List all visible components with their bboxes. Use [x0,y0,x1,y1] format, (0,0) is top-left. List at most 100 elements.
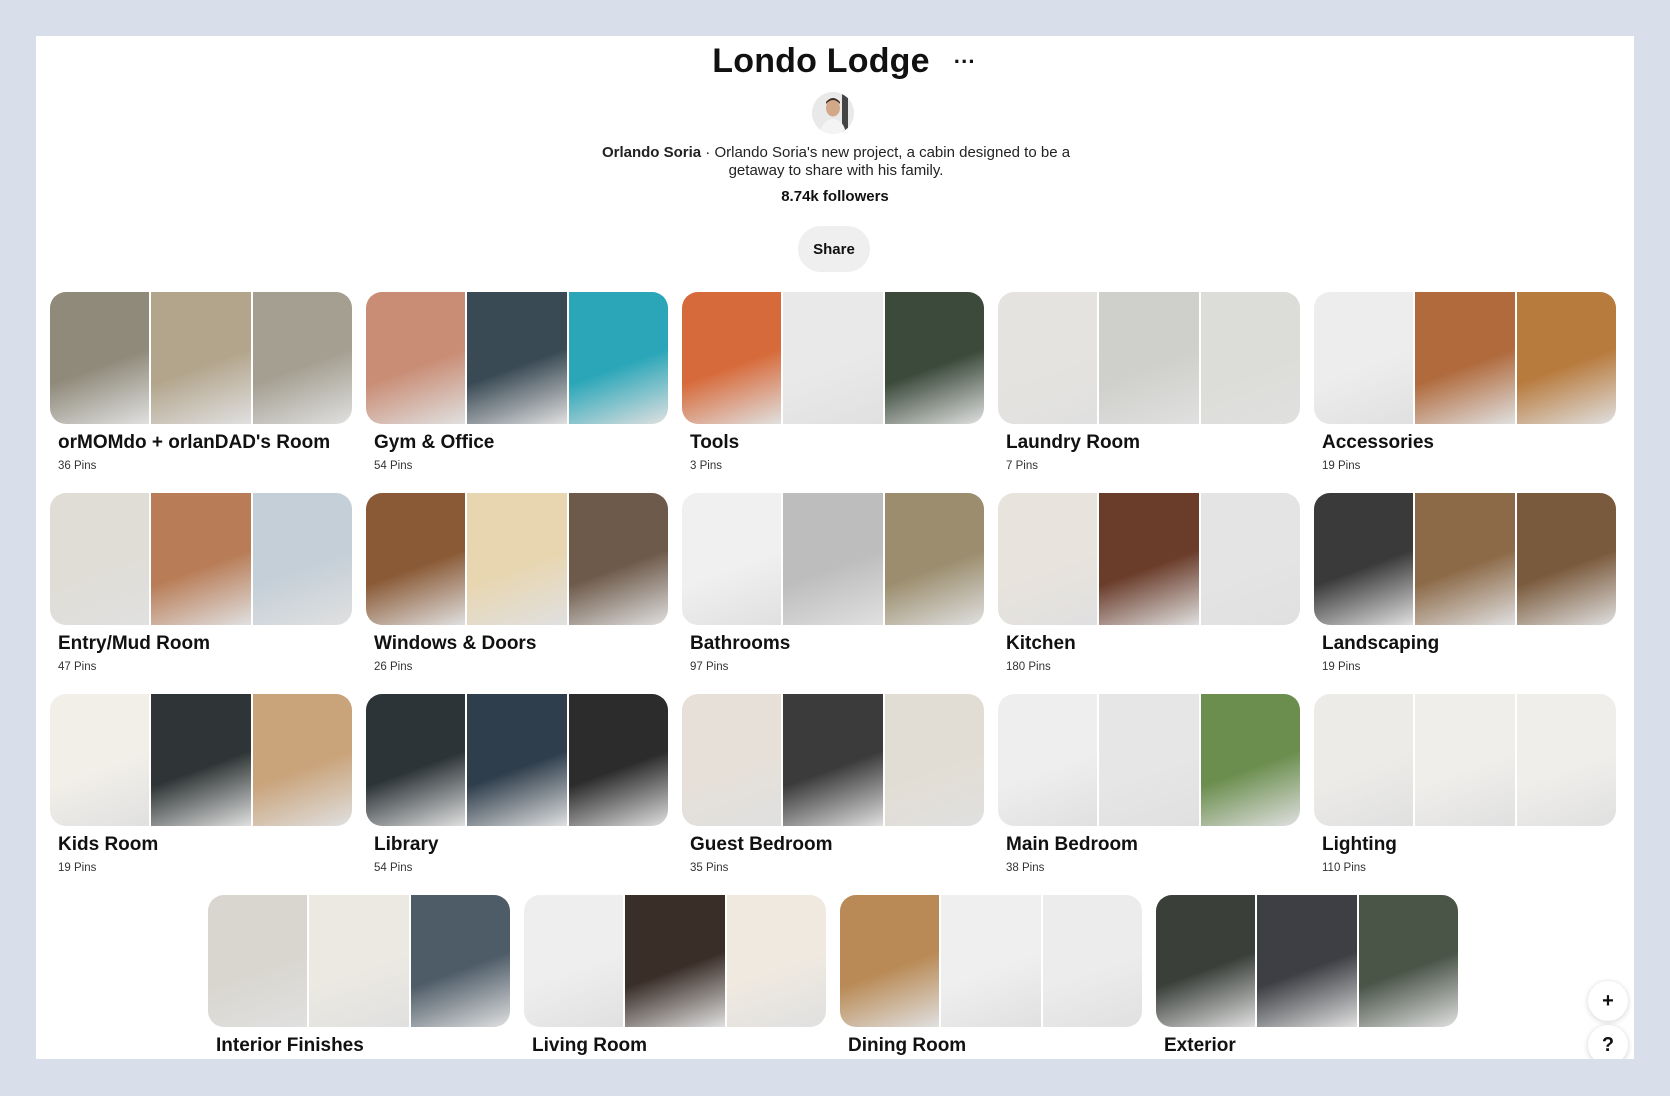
section-cover-image [941,895,1041,1027]
section-cover-image [467,292,567,424]
section-card[interactable]: Windows & Doors 26 Pins [366,493,668,673]
section-cover-collage [366,292,668,424]
section-pin-count: 19 Pins [58,862,97,874]
section-cover-image [366,493,466,625]
section-cover-image [1156,895,1256,1027]
section-card[interactable]: Accessories 19 Pins [1314,292,1616,472]
section-cover-image [783,694,883,826]
section-pin-count: 38 Pins [1006,862,1045,874]
section-card[interactable]: Main Bedroom 38 Pins [998,694,1300,874]
section-card[interactable]: Library 54 Pins [366,694,668,874]
more-options-icon[interactable]: ··· [948,48,982,76]
section-cover-collage [1314,493,1616,625]
section-cover-collage [366,694,668,826]
section-cover-collage [1156,895,1458,1027]
section-title: Laundry Room [1006,432,1141,453]
section-cover-image [50,292,150,424]
section-cover-image [524,895,624,1027]
section-title: Dining Room [848,1035,967,1056]
section-title: orMOMdo + orlanDAD's Room [58,432,331,453]
section-pin-count: 35 Pins [690,862,729,874]
section-cover-image [1099,493,1199,625]
section-pin-count: 110 Pins [1322,862,1366,874]
section-cover-image [884,292,984,424]
section-card[interactable]: Laundry Room 7 Pins [998,292,1300,472]
section-cover-image [208,895,308,1027]
section-title: Exterior [1164,1035,1236,1056]
section-cover-image [884,694,984,826]
section-cover-image [366,292,466,424]
section-cover-image [783,493,883,625]
section-cover-image [625,895,725,1027]
help-icon: ? [1601,1033,1615,1056]
section-card[interactable]: Interior Finishes [208,895,510,1059]
owner-avatar[interactable] [812,92,854,134]
section-card[interactable]: Tools 3 Pins [682,292,984,472]
title-row: Londo Lodge ··· [36,42,1634,81]
owner-name[interactable]: Orlando Soria [602,144,701,161]
section-cover-image [1099,694,1199,826]
section-pin-count: 19 Pins [1322,661,1361,673]
section-title: Interior Finishes [216,1035,364,1056]
section-card[interactable]: Landscaping 19 Pins [1314,493,1616,673]
avatar-portrait-icon [812,92,854,134]
section-cover-image [252,292,352,424]
section-cover-collage [366,493,668,625]
board-description: Orlando Soria · Orlando Soria's new proj… [596,144,1076,180]
section-title: Guest Bedroom [690,834,833,855]
section-card[interactable]: Kids Room 19 Pins [50,694,352,874]
section-cover-collage [50,292,352,424]
section-cover-collage [1314,292,1616,424]
section-card[interactable]: Exterior [1156,895,1458,1059]
section-card[interactable]: Guest Bedroom 35 Pins [682,694,984,874]
section-cover-image [467,694,567,826]
section-cover-collage [682,292,984,424]
section-cover-image [1314,493,1414,625]
section-cover-image [726,895,826,1027]
section-title: Living Room [532,1035,648,1056]
section-cover-image [840,895,940,1027]
section-pin-count: 47 Pins [58,661,97,673]
section-cover-image [568,292,668,424]
section-cover-image [1415,292,1515,424]
section-cover-image [50,694,150,826]
section-title: Kitchen [1006,633,1076,654]
followers-count[interactable]: 8.74k followers [36,188,1634,205]
section-card[interactable]: Bathrooms 97 Pins [682,493,984,673]
section-card[interactable]: Entry/Mud Room 47 Pins [50,493,352,673]
section-pin-count: 180 Pins [1006,661,1051,673]
section-title: Kids Room [58,834,159,855]
section-card[interactable]: orMOMdo + orlanDAD's Room 36 Pins [50,292,352,472]
share-button[interactable]: Share [798,226,870,272]
section-cover-collage [50,694,352,826]
help-button[interactable]: ? [1588,1025,1628,1059]
section-cover-image [1415,493,1515,625]
board-title: Londo Lodge [712,42,930,80]
section-cover-image [1358,895,1458,1027]
section-cover-image [1516,694,1616,826]
section-cover-image [252,493,352,625]
section-title: Windows & Doors [374,633,537,654]
section-title: Tools [690,432,740,453]
section-cover-image [998,694,1098,826]
section-cover-collage [682,493,984,625]
section-card[interactable]: Dining Room [840,895,1142,1059]
section-cover-image [682,292,782,424]
section-cover-image [1042,895,1142,1027]
section-cover-collage [1314,694,1616,826]
section-cover-image [682,694,782,826]
section-card[interactable]: Gym & Office 54 Pins [366,292,668,472]
section-card[interactable]: Lighting 110 Pins [1314,694,1616,874]
section-cover-collage [998,694,1300,826]
section-cover-image [568,493,668,625]
section-cover-image [1516,493,1616,625]
section-title: Lighting [1322,834,1397,855]
section-cover-image [309,895,409,1027]
add-button[interactable]: + [1588,981,1628,1021]
section-card[interactable]: Living Room [524,895,826,1059]
section-cover-image [50,493,150,625]
section-cover-image [252,694,352,826]
section-cover-collage [682,694,984,826]
section-card[interactable]: Kitchen 180 Pins [998,493,1300,673]
section-cover-image [884,493,984,625]
